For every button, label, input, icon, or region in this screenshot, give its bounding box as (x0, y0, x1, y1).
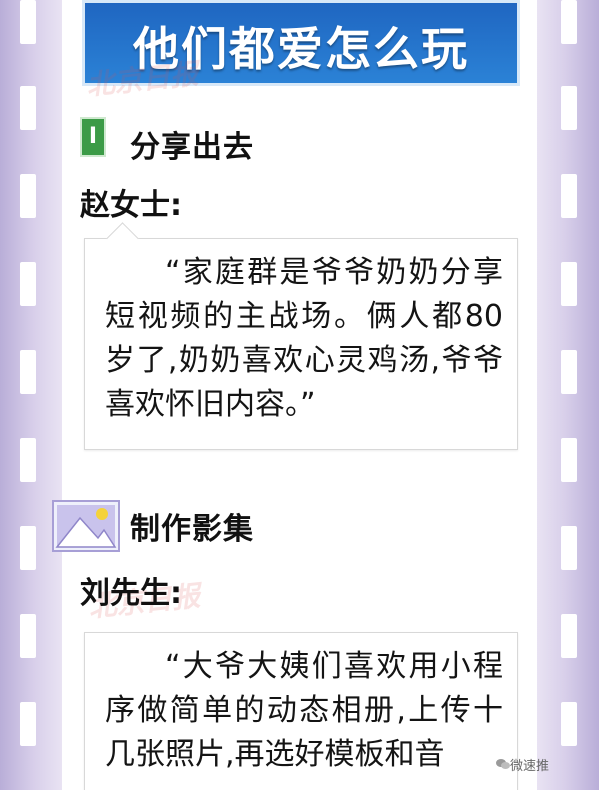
film-hole (20, 0, 36, 44)
section-title-album: 制作影集 (130, 512, 254, 547)
quote-box: “家庭群是爷爷奶奶分享短视频的主战场。俩人都80岁了,奶奶喜欢心灵鸡汤,爷爷喜欢… (84, 222, 518, 450)
film-hole (20, 350, 36, 394)
wechat-icon (496, 759, 510, 769)
film-hole (20, 702, 36, 746)
film-hole (561, 614, 577, 658)
infographic-page: 他们都爱怎么玩 北京日报 北京日报 北京日报 I 分享出去 赵女士: “家庭群是… (0, 0, 599, 790)
film-hole (20, 262, 36, 306)
section-number-badge: I (80, 117, 106, 157)
film-hole (561, 0, 577, 44)
wechat-source-label: 微速推 (510, 759, 550, 774)
film-hole (561, 174, 577, 218)
film-hole (20, 174, 36, 218)
film-hole (20, 438, 36, 482)
film-strip-right (537, 0, 599, 790)
film-hole (561, 526, 577, 570)
title-banner: 他们都爱怎么玩 (82, 0, 520, 86)
film-strip-left (0, 0, 62, 790)
film-hole (561, 350, 577, 394)
speaker-name: 赵女士: (80, 188, 182, 223)
film-hole (20, 614, 36, 658)
film-hole (561, 86, 577, 130)
page-title: 他们都爱怎么玩 (133, 22, 469, 76)
film-hole (20, 86, 36, 130)
speaker-name: 刘先生: (80, 576, 182, 611)
quote-box: “大爷大姨们喜欢用小程序做简单的动态相册,上传十几张照片,再选好模板和音 (84, 632, 518, 790)
film-hole (561, 702, 577, 746)
photo-icon (52, 500, 120, 552)
film-hole (20, 526, 36, 570)
film-hole (561, 438, 577, 482)
quote-text: “大爷大姨们喜欢用小程序做简单的动态相册,上传十几张照片,再选好模板和音 (105, 649, 503, 772)
section-title-share: 分享出去 (130, 130, 254, 165)
film-hole (561, 262, 577, 306)
quote-text: “家庭群是爷爷奶奶分享短视频的主战场。俩人都80岁了,奶奶喜欢心灵鸡汤,爷爷喜欢… (105, 255, 503, 422)
speech-pointer (106, 222, 139, 255)
